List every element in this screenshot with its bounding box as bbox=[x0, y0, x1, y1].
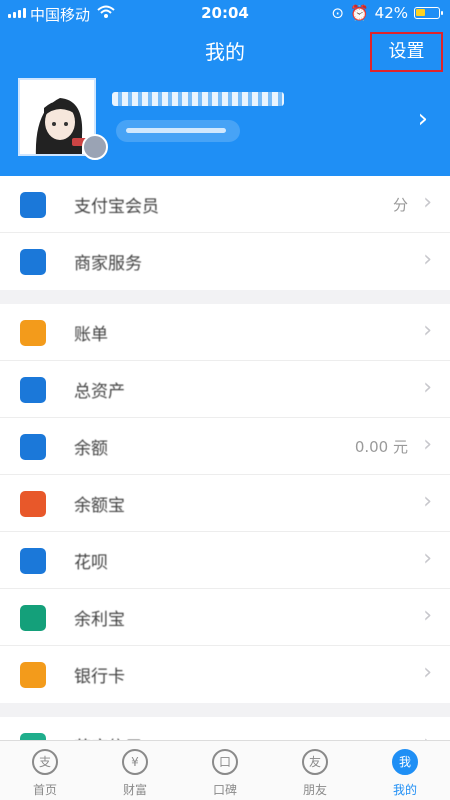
yulibao-icon bbox=[20, 605, 46, 631]
menu-item[interactable]: 账单 › bbox=[0, 304, 450, 361]
chevron-right-icon: › bbox=[423, 318, 432, 343]
menu-item[interactable]: 商家服务 › bbox=[0, 233, 450, 290]
tab-home[interactable]: 支首页 bbox=[0, 741, 90, 800]
chevron-right-icon[interactable]: › bbox=[418, 104, 428, 134]
tab-wealth[interactable]: ¥ 财富 bbox=[90, 741, 180, 800]
chevron-right-icon: › bbox=[423, 190, 432, 215]
chevron-right-icon: › bbox=[423, 546, 432, 571]
chevron-right-icon: › bbox=[423, 247, 432, 272]
huabei-icon bbox=[20, 548, 46, 574]
yuebao-icon bbox=[20, 491, 46, 517]
tab-friends[interactable]: 友朋友 bbox=[270, 741, 360, 800]
tab-label: 口碑 bbox=[212, 783, 237, 797]
chevron-right-icon: › bbox=[423, 375, 432, 400]
settings-button[interactable]: 设置 bbox=[370, 32, 443, 72]
alarm-icon: ⏰ bbox=[349, 4, 369, 22]
user-icon: 我 bbox=[392, 749, 418, 775]
menu-item-label: 银行卡 bbox=[74, 667, 125, 687]
menu-item-label: 总资产 bbox=[74, 382, 125, 402]
menu-item-label: 余额 bbox=[74, 439, 108, 459]
koubei-icon: 口 bbox=[212, 749, 238, 775]
tab-bar: 支首页 ¥ 财富口口碑友朋友我我的 bbox=[0, 740, 450, 800]
chevron-right-icon: › bbox=[423, 432, 432, 457]
menu-item-value: 分 bbox=[392, 196, 408, 214]
lock-rotation-icon: ⊙ bbox=[331, 4, 344, 22]
tab-label: 财富 bbox=[122, 783, 147, 797]
balance-icon bbox=[20, 434, 46, 460]
bank-card-icon bbox=[20, 662, 46, 688]
tab-label: 我的 bbox=[392, 783, 417, 797]
menu-item-value: 0.00 元 bbox=[354, 438, 408, 456]
menu-item[interactable]: 银行卡 › bbox=[0, 646, 450, 703]
status-bar: 中国移动 20:04 ⊙ ⏰ 42% bbox=[0, 0, 450, 26]
member-level-badge[interactable] bbox=[82, 134, 108, 160]
bill-icon bbox=[20, 320, 46, 346]
chevron-right-icon: › bbox=[423, 603, 432, 628]
menu-item-label: 商家服务 bbox=[74, 254, 142, 274]
menu-item[interactable]: 总资产 › bbox=[0, 361, 450, 418]
store-icon bbox=[20, 249, 46, 275]
profile-header: 中国移动 20:04 ⊙ ⏰ 42% 我的 设置 › bbox=[0, 0, 450, 176]
alipay-icon: 支 bbox=[32, 749, 58, 775]
menu-item[interactable]: 余额 0.00 元 › bbox=[0, 418, 450, 475]
battery-icon bbox=[414, 7, 443, 19]
tab-label: 朋友 bbox=[302, 783, 327, 797]
account-id-masked bbox=[116, 120, 240, 142]
menu-item[interactable]: 支付宝会员 分 › bbox=[0, 176, 450, 233]
user-name-masked bbox=[112, 92, 284, 106]
menu-item-label: 余额宝 bbox=[74, 496, 125, 516]
menu-list: 支付宝会员 分 › 商家服务 › 账单 › 总资产 › 余额 0.00 元 › 余额宝 › 花呗 › 余利宝 ›… bbox=[0, 176, 450, 774]
menu-item-label: 支付宝会员 bbox=[74, 197, 159, 217]
menu-item-label: 花呗 bbox=[74, 553, 108, 573]
tab-label: 首页 bbox=[32, 783, 57, 797]
menu-item[interactable]: 花呗 › bbox=[0, 532, 450, 589]
shield-icon bbox=[20, 192, 46, 218]
menu-item-label: 账单 bbox=[74, 325, 108, 345]
chevron-right-icon: › bbox=[423, 489, 432, 514]
menu-item[interactable]: 余额宝 › bbox=[0, 475, 450, 532]
menu-item-label: 余利宝 bbox=[74, 610, 125, 630]
battery-percent: 42% bbox=[374, 4, 408, 22]
assets-icon bbox=[20, 377, 46, 403]
menu-item[interactable]: 余利宝 › bbox=[0, 589, 450, 646]
yen-icon: ¥ bbox=[122, 749, 148, 775]
tab-koubei[interactable]: 口口碑 bbox=[180, 741, 270, 800]
friends-icon: 友 bbox=[302, 749, 328, 775]
tab-mine[interactable]: 我我的 bbox=[360, 741, 450, 800]
chevron-right-icon: › bbox=[423, 660, 432, 685]
